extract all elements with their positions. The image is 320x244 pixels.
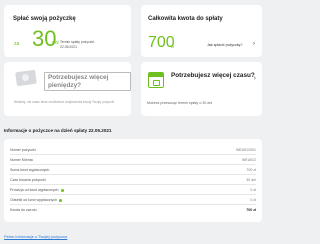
row-label: Numer Klienta — [10, 158, 33, 162]
more-time-desc: Możesz przesunąć termin spłaty o 30 dni — [147, 101, 213, 105]
row-value: 700 zł — [246, 168, 256, 172]
row-label: Czas trwania pożyczki — [10, 178, 46, 182]
row-value: 0 zł — [250, 198, 256, 202]
table-row: Odsetki od kwot wypłaconych 0 zł — [10, 196, 256, 205]
days-unit: dni — [52, 40, 59, 46]
table-row: Czas trwania pożyczki 30 dni — [10, 176, 256, 185]
loan-info-card: Numer pożyczki WEUID2001 Numer Klienta W… — [4, 139, 262, 222]
banknote-icon — [15, 69, 37, 87]
table-row: Prowizja od kwot wypłaconych 0 zł — [10, 186, 256, 195]
row-value: WEUID2001 — [236, 148, 256, 152]
info-icon[interactable] — [59, 198, 63, 202]
more-time-card[interactable]: Potrzebujesz więcej czasu? › Możesz prze… — [141, 62, 262, 116]
more-time-title: Potrzebujesz więcej czasu? — [171, 72, 255, 79]
total-title: Całkowita kwota do spłaty — [148, 16, 223, 22]
table-row: Kwota do zwrotu 700 zł — [10, 206, 256, 214]
info-icon[interactable] — [60, 188, 64, 192]
chevron-right-icon[interactable]: › — [253, 41, 255, 47]
more-money-title: Potrzebujesz więcej pieniędzy? — [44, 72, 131, 91]
total-currency: zł — [171, 44, 174, 49]
total-card: Całkowita kwota do spłaty 700 zł Jak spł… — [141, 5, 262, 57]
days-count: 30 — [32, 26, 57, 51]
table-row: Suma kwot wypłaconych 700 zł — [10, 166, 256, 175]
how-to-repay-link[interactable]: Jak spłacić pożyczkę? — [207, 43, 243, 47]
za-label: za — [14, 41, 20, 47]
repay-card: Spłać swoją pożyczkę za 30 dni Termin sp… — [4, 5, 131, 57]
term-label: Termin spłaty pożyczki: — [60, 40, 95, 44]
more-money-desc: Niestety, nie masz teraz możliwości zwię… — [14, 100, 115, 104]
row-label: Prowizja od kwot wypłaconych — [10, 188, 64, 192]
table-row: Numer Klienta WEUID2 — [10, 156, 256, 165]
row-label: Suma kwot wypłaconych — [10, 168, 50, 172]
row-value: 700 zł — [246, 208, 256, 212]
full-loan-info-link[interactable]: Pełne informacje o Twojej pożyczce — [4, 234, 67, 239]
chevron-right-icon[interactable]: › — [254, 75, 256, 82]
row-value: WEUID2 — [242, 158, 256, 162]
row-value: 30 dni — [246, 178, 256, 182]
repay-title: Spłać swoją pożyczkę — [13, 16, 76, 22]
calendar-icon — [148, 72, 164, 88]
row-label: Odsetki od kwot wypłaconych — [10, 198, 63, 202]
row-value: 0 zł — [250, 188, 256, 192]
row-label: Numer pożyczki — [10, 148, 36, 152]
term-date: 22.05.2021 — [60, 45, 77, 49]
more-money-card: Potrzebujesz więcej pieniędzy? Niestety,… — [4, 62, 131, 116]
table-row: Numer pożyczki WEUID2001 — [10, 146, 256, 155]
info-title: Informacje o pożyczce na dzień spłaty 22… — [4, 128, 112, 133]
row-label: Kwota do zwrotu — [10, 208, 37, 212]
